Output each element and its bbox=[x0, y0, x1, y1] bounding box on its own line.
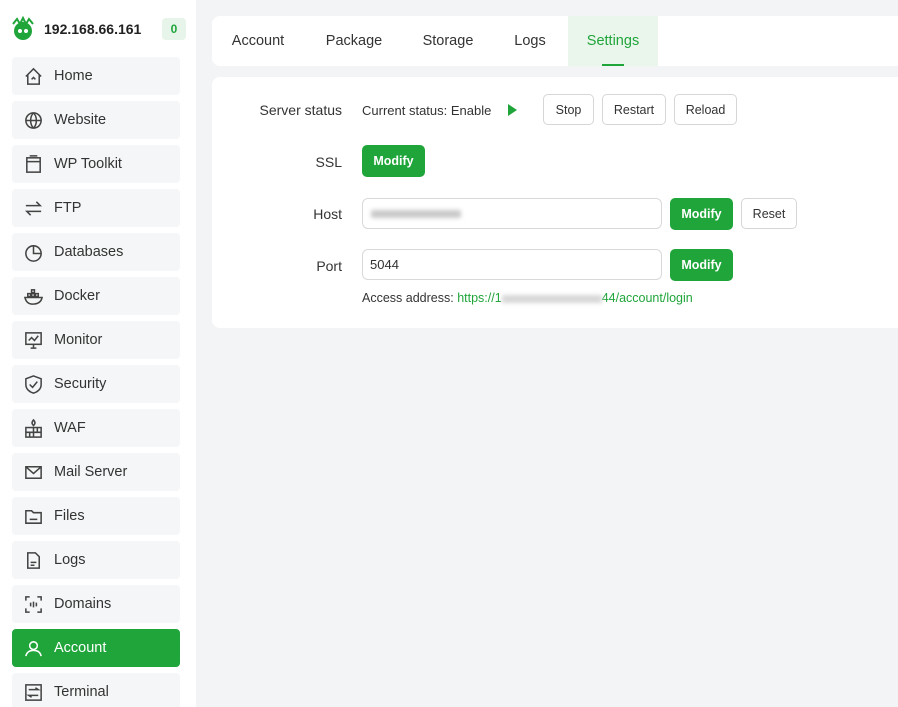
transfer-icon bbox=[24, 200, 43, 216]
sidebar-item-label: WAF bbox=[54, 420, 86, 436]
sidebar-item-label: Docker bbox=[54, 288, 100, 304]
domains-icon bbox=[25, 595, 42, 613]
play-icon[interactable] bbox=[508, 104, 517, 116]
mail-icon bbox=[25, 465, 42, 479]
tab-bar: Account Package Storage Logs Settings bbox=[212, 16, 898, 66]
ssl-modify-button[interactable]: Modify bbox=[362, 145, 425, 177]
sidebar-item-domains[interactable]: Domains bbox=[12, 585, 180, 623]
sidebar-item-waf[interactable]: WAF bbox=[12, 409, 180, 447]
port-input[interactable]: 5044 bbox=[362, 249, 662, 280]
redacted-host-value bbox=[371, 210, 461, 218]
reload-button[interactable]: Reload bbox=[674, 94, 737, 125]
shield-icon bbox=[25, 374, 42, 394]
access-address-label: Access address: bbox=[362, 291, 454, 305]
tab-package[interactable]: Package bbox=[304, 16, 404, 66]
host-input[interactable] bbox=[362, 198, 662, 229]
log-file-icon bbox=[27, 551, 40, 569]
sidebar-item-label: Monitor bbox=[54, 332, 103, 348]
host-reset-button[interactable]: Reset bbox=[741, 198, 797, 229]
firewall-icon bbox=[25, 418, 42, 438]
user-icon bbox=[25, 640, 42, 656]
settings-panel: Server status Current status: Enable Sto… bbox=[212, 77, 898, 328]
docker-icon bbox=[23, 288, 44, 305]
sidebar-item-label: WP Toolkit bbox=[54, 156, 122, 172]
stop-button[interactable]: Stop bbox=[543, 94, 594, 125]
access-link[interactable]: https://1 44/account/login bbox=[457, 291, 693, 305]
access-address: Access address: https://1 44/account/logi… bbox=[362, 291, 693, 305]
sidebar-item-security[interactable]: Security bbox=[12, 365, 180, 403]
server-count-badge: 0 bbox=[162, 18, 186, 40]
restart-button[interactable]: Restart bbox=[602, 94, 666, 125]
sidebar-item-docker[interactable]: Docker bbox=[12, 277, 180, 315]
sidebar-item-account[interactable]: Account bbox=[12, 629, 180, 667]
tab-logs[interactable]: Logs bbox=[492, 16, 568, 66]
sidebar-item-label: Account bbox=[54, 640, 107, 656]
tab-storage[interactable]: Storage bbox=[404, 16, 492, 66]
sidebar-item-databases[interactable]: Databases bbox=[12, 233, 180, 271]
terminal-icon bbox=[25, 683, 42, 701]
app-window: 192.168.66.161 0 Home Website WP Toolkit… bbox=[0, 0, 898, 707]
sidebar-item-label: Security bbox=[54, 376, 107, 392]
sidebar-item-logs[interactable]: Logs bbox=[12, 541, 180, 579]
sidebar-item-label: FTP bbox=[54, 200, 82, 216]
sidebar-item-terminal[interactable]: Terminal bbox=[12, 673, 180, 707]
sidebar-item-label: Logs bbox=[54, 552, 86, 568]
redacted-address bbox=[501, 294, 602, 303]
host-modify-button[interactable]: Modify bbox=[670, 198, 733, 230]
sidebar-item-label: Website bbox=[54, 112, 107, 128]
server-header[interactable]: 192.168.66.161 0 bbox=[10, 14, 186, 44]
sidebar-item-label: Home bbox=[54, 68, 93, 84]
server-ip: 192.168.66.161 bbox=[44, 21, 142, 37]
sidebar-item-label: Files bbox=[54, 508, 85, 524]
globe-icon bbox=[25, 111, 42, 129]
tab-account[interactable]: Account bbox=[212, 16, 304, 66]
database-icon bbox=[25, 244, 42, 262]
brand-logo-icon bbox=[12, 16, 34, 40]
port-modify-button[interactable]: Modify bbox=[670, 249, 733, 281]
tab-settings[interactable]: Settings bbox=[568, 16, 658, 66]
sidebar-item-label: Terminal bbox=[54, 684, 109, 700]
sidebar-item-mail-server[interactable]: Mail Server bbox=[12, 453, 180, 491]
sidebar-item-home[interactable]: Home bbox=[12, 57, 180, 95]
server-status-label: Server status bbox=[259, 102, 342, 118]
monitor-icon bbox=[25, 331, 42, 349]
sidebar-item-monitor[interactable]: Monitor bbox=[12, 321, 180, 359]
sidebar-item-ftp[interactable]: FTP bbox=[12, 189, 180, 227]
folder-icon bbox=[25, 509, 42, 524]
sidebar-item-website[interactable]: Website bbox=[12, 101, 180, 139]
access-link-end: 44/account/login bbox=[601, 291, 693, 305]
sidebar-nav: Home Website WP Toolkit FTP Databases Do… bbox=[12, 57, 180, 707]
sidebar-item-wp-toolkit[interactable]: WP Toolkit bbox=[12, 145, 180, 183]
sidebar-item-label: Databases bbox=[54, 244, 124, 260]
port-label: Port bbox=[316, 258, 342, 274]
ssl-label: SSL bbox=[315, 154, 342, 170]
sidebar: 192.168.66.161 0 Home Website WP Toolkit… bbox=[0, 0, 196, 707]
wp-toolkit-icon bbox=[26, 154, 41, 173]
home-icon bbox=[25, 67, 42, 85]
sidebar-item-label: Domains bbox=[54, 596, 112, 612]
sidebar-item-label: Mail Server bbox=[54, 464, 128, 480]
host-label: Host bbox=[313, 206, 342, 222]
sidebar-item-files[interactable]: Files bbox=[12, 497, 180, 535]
access-link-start: https://1 bbox=[457, 291, 502, 305]
current-status-text: Current status: Enable bbox=[362, 103, 492, 118]
